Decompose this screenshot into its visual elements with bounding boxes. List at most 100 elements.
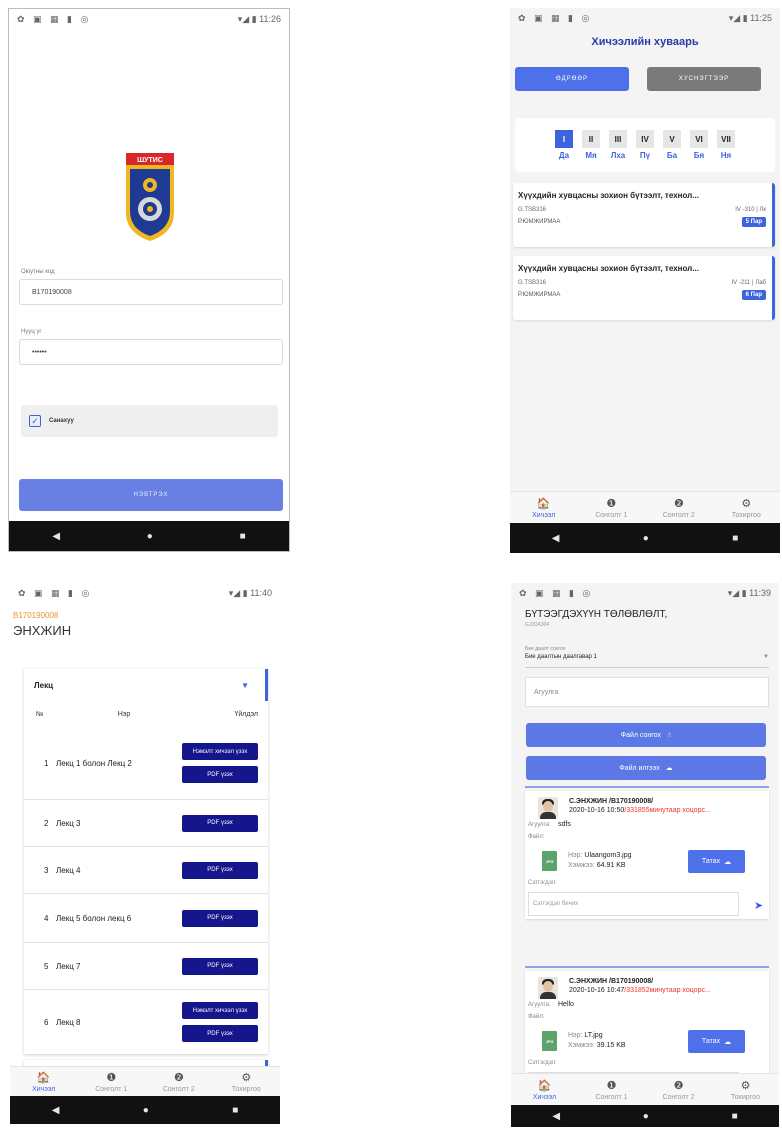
pdf-view-button[interactable]: PDF үзэх [182, 909, 258, 927]
row-name: Лекц 4 [56, 865, 81, 875]
lesson-card[interactable]: Хүүхдийн хувцасны зохион бүтээлт, технол… [513, 256, 775, 320]
cloud-upload-icon: ☁ [665, 765, 673, 772]
status-icons: ✿ ▣ ▦ ▮ ◎ [18, 587, 93, 598]
system-navbar: ◀ ● ■ [511, 1105, 779, 1127]
choose-file-label: Файл сонгох [620, 731, 661, 739]
home-tab-icon: 🏠 [536, 497, 551, 510]
table-row: 6 Лекц 8 Нэмэлт хичээл үзэх PDF үзэх [24, 990, 268, 1054]
day-number: VI [690, 130, 708, 148]
tab-option-1[interactable]: ❶ Сонголт 1 [578, 492, 646, 523]
home-tab-icon: 🏠 [36, 1071, 51, 1084]
content-value: sdfs [558, 821, 571, 828]
login-button[interactable]: НЭВТРЭХ [19, 479, 283, 511]
tab-settings[interactable]: ⚙ Тохиргоо [213, 1067, 281, 1096]
home-icon[interactable]: ● [643, 1111, 649, 1122]
lesson-card[interactable]: Хүүхдийн хувцасны зохион бүтээлт, технол… [513, 183, 775, 247]
table-row: 2 Лекц 3 PDF үзэх [24, 800, 268, 847]
system-navbar: ◀ ● ■ [9, 521, 289, 551]
tab-lessons[interactable]: 🏠 Хичээл [10, 1067, 78, 1096]
tab-lessons[interactable]: 🏠 Хичээл [510, 492, 578, 523]
assignment-select[interactable]: Бие даалтын даалгавар 1 ▼ [525, 654, 769, 668]
day-label: Бя [693, 151, 705, 160]
day-tab[interactable]: II Мя [582, 130, 600, 160]
day-tab[interactable]: VI Бя [690, 130, 708, 160]
row-number: 6 [44, 1017, 49, 1027]
divider [525, 786, 769, 788]
login-screen: ✿ ▣ ▦ ▮ ◎ ▾◢ ▮ 11:26 ШУТИС Оюутны код B1… [8, 8, 290, 552]
table-view-button[interactable]: ХУСНЭГТЭЭР [647, 67, 761, 91]
pdf-view-button[interactable]: PDF үзэх [182, 1025, 258, 1042]
cloud-download-icon: ☁ [724, 858, 732, 866]
password-input[interactable]: •••••• [19, 339, 283, 365]
lesson-room: IV -211 | Лаб [731, 280, 766, 286]
lesson-title: Хүүхдийн хувцасны зохион бүтээлт, технол… [518, 264, 699, 273]
type-dropdown[interactable]: Лекц ▼ [24, 669, 268, 701]
hand-pointer-icon: ☝ [666, 732, 672, 739]
day-number: II [582, 130, 600, 148]
comment-label: Сэтгэгдэл: [528, 1060, 557, 1066]
download-label: Татах [701, 1038, 721, 1045]
chevron-down-icon: ▼ [241, 680, 249, 690]
pdf-view-button[interactable]: PDF үзэх [182, 766, 258, 783]
content-input[interactable]: Агуулга [525, 677, 769, 707]
day-tab[interactable]: V Ба [663, 130, 681, 160]
tab-settings[interactable]: ⚙ Тохиргоо [712, 1074, 779, 1105]
recent-apps-icon[interactable]: ■ [732, 1111, 738, 1122]
send-icon[interactable]: ➤ [754, 899, 763, 912]
tab-option-1[interactable]: ❶ Сонголт 1 [78, 1067, 146, 1096]
comment-input[interactable]: Сэтгэгдэл бичих [528, 892, 739, 916]
file-size-label: Хэмжээ: [568, 862, 595, 869]
chevron-down-icon: ▼ [763, 654, 769, 660]
tab-lessons[interactable]: 🏠 Хичээл [511, 1074, 578, 1105]
day-number: I [555, 130, 573, 148]
home-icon[interactable]: ● [643, 533, 649, 544]
daily-view-button[interactable]: ӨДРӨӨР [515, 67, 629, 91]
recent-apps-icon[interactable]: ■ [732, 533, 738, 544]
day-tab[interactable]: I Да [555, 130, 573, 160]
extra-lesson-button[interactable]: Нэмэлт хичээл үзэх [182, 743, 258, 760]
back-icon[interactable]: ◀ [552, 533, 560, 544]
home-icon[interactable]: ● [147, 531, 153, 542]
remember-checkbox[interactable]: ✓ Санахуу [21, 405, 278, 437]
extra-lesson-button[interactable]: Нэмэлт хичээл үзэх [182, 1002, 258, 1019]
tab-option-1[interactable]: ❶ Сонголт 1 [578, 1074, 645, 1105]
file-name: Нэр: LT.jpg [568, 1032, 603, 1039]
pdf-view-button[interactable]: PDF үзэх [182, 861, 258, 879]
back-icon[interactable]: ◀ [52, 531, 60, 542]
back-icon[interactable]: ◀ [552, 1111, 560, 1122]
col-action: Үйлдэл [234, 710, 258, 718]
assignment-screen: ✿ ▣ ▦ ▮ ◎ ▾◢ ▮ 11:39 БҮТЭЭГДЭХҮҮН ТӨЛӨВЛ… [511, 583, 779, 1105]
pdf-view-button[interactable]: PDF үзэх [182, 957, 258, 975]
tab-option-2[interactable]: ❷ Сонголт 2 [145, 1067, 213, 1096]
tab-label: Тохиргоо [731, 511, 761, 519]
day-tab[interactable]: III Лха [609, 130, 627, 160]
table-row: 5 Лекц 7 PDF үзэх [24, 943, 268, 990]
day-tab[interactable]: VII Ня [717, 130, 735, 160]
recent-apps-icon[interactable]: ■ [240, 531, 246, 542]
date-text: 2020-10-16 10:50 [569, 807, 625, 814]
tab-option-2[interactable]: ❷ Сонголт 2 [645, 492, 713, 523]
recent-apps-icon[interactable]: ■ [232, 1105, 238, 1116]
tab-settings[interactable]: ⚙ Тохиргоо [713, 492, 781, 523]
student-code: B170190008 [13, 611, 59, 620]
option1-icon: ❶ [606, 497, 617, 510]
day-tab[interactable]: IV Пү [636, 130, 654, 160]
lesson-code: G.TSB316 [518, 280, 547, 286]
pdf-view-button[interactable]: PDF үзэх [182, 814, 258, 832]
download-button[interactable]: Татах ☁ [688, 1030, 745, 1053]
upload-file-button[interactable]: Файл илгээх ☁ [526, 756, 766, 780]
late-text: /331852минутаар хоцорс... [624, 987, 711, 994]
back-icon[interactable]: ◀ [52, 1105, 60, 1116]
status-icons: ✿ ▣ ▦ ▮ ◎ [518, 12, 593, 23]
home-icon[interactable]: ● [143, 1105, 149, 1116]
avatar [538, 797, 558, 819]
period-badge: 6 Пар [741, 290, 766, 300]
choose-file-button[interactable]: Файл сонгох ☝ [526, 723, 766, 747]
tab-option-2[interactable]: ❷ Сонголт 2 [645, 1074, 712, 1105]
lesson-code: G.TSB316 [518, 207, 547, 213]
download-button[interactable]: Татах ☁ [688, 850, 745, 873]
jpg-file-icon: JPG [542, 1031, 557, 1051]
option1-icon: ❶ [106, 1071, 117, 1084]
username-input[interactable]: B170190008 [19, 279, 283, 305]
weekday-selector: I Да II Мя III Лха IV Пү V Ба VI Бя VII Ня [515, 118, 775, 172]
